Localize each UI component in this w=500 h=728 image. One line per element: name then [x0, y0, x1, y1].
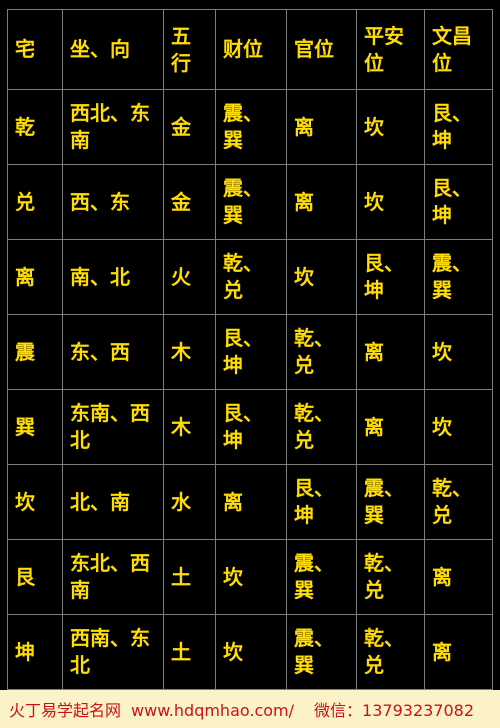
table-row: 兑 西、东 金 震、巽 离 坎 艮、坤	[7, 164, 493, 240]
column-header-pinganwei: 平安位	[356, 9, 425, 90]
cell-zuo-xiang: 西北、东南	[62, 89, 164, 165]
cell-zhai: 乾	[7, 89, 63, 165]
cell-wenchangwei: 离	[424, 539, 493, 615]
cell-zhai: 震	[7, 314, 63, 390]
cell-wuxing: 金	[163, 89, 216, 165]
cell-caiwei: 离	[215, 464, 287, 540]
cell-guanwei: 离	[286, 89, 357, 165]
column-header-wuxing: 五行	[163, 9, 216, 90]
footer-text-line: 火丁易学起名网 www.hdqmhao.com/微信：13793237082	[0, 697, 474, 721]
footer-wechat-number: 13793237082	[362, 701, 475, 720]
cell-pinganwei: 乾、兑	[356, 539, 425, 615]
cell-wuxing: 土	[163, 539, 216, 615]
footer-wechat-label: 微信：	[314, 701, 363, 720]
column-header-guanwei: 官位	[286, 9, 357, 90]
column-header-zhai: 宅	[7, 9, 63, 90]
cell-guanwei: 震、巽	[286, 539, 357, 615]
cell-zuo-xiang: 东南、西北	[62, 389, 164, 465]
cell-pinganwei: 震、巽	[356, 464, 425, 540]
table-row: 离 南、北 火 乾、兑 坎 艮、坤 震、巽	[7, 239, 493, 315]
table-row: 坎 北、南 水 离 艮、坤 震、巽 乾、兑	[7, 464, 493, 540]
cell-caiwei: 震、巽	[215, 164, 287, 240]
footer-url[interactable]: www.hdqmhao.com/	[131, 701, 294, 720]
cell-caiwei: 坎	[215, 539, 287, 615]
cell-wuxing: 土	[163, 614, 216, 690]
cell-wenchangwei: 艮、坤	[424, 89, 493, 165]
cell-zuo-xiang: 西、东	[62, 164, 164, 240]
cell-wenchangwei: 艮、坤	[424, 164, 493, 240]
cell-zhai: 巽	[7, 389, 63, 465]
cell-zuo-xiang: 东北、西南	[62, 539, 164, 615]
cell-caiwei: 坎	[215, 614, 287, 690]
cell-wenchangwei: 坎	[424, 314, 493, 390]
cell-zuo-xiang: 南、北	[62, 239, 164, 315]
cell-wuxing: 木	[163, 314, 216, 390]
cell-zuo-xiang: 北、南	[62, 464, 164, 540]
cell-pinganwei: 坎	[356, 89, 425, 165]
table-row: 巽 东南、西北 木 艮、坤 乾、兑 离 坎	[7, 389, 493, 465]
table-body: 乾 西北、东南 金 震、巽 离 坎 艮、坤 兑 西、东 金 震、巽 离 坎 艮、…	[7, 89, 493, 690]
cell-zhai: 艮	[7, 539, 63, 615]
cell-caiwei: 艮、坤	[215, 389, 287, 465]
cell-pinganwei: 坎	[356, 164, 425, 240]
cell-guanwei: 震、巽	[286, 614, 357, 690]
bazhai-table-container: 宅 坐、向 五行 财位 官位 平安位 文昌位 乾 西北、东南 金 震、巽 离 坎	[7, 9, 493, 690]
column-header-wenchangwei: 文昌位	[424, 9, 493, 90]
footer-watermark-bar: 火丁易学起名网 www.hdqmhao.com/微信：13793237082	[0, 690, 500, 728]
table-row: 乾 西北、东南 金 震、巽 离 坎 艮、坤	[7, 89, 493, 165]
cell-guanwei: 艮、坤	[286, 464, 357, 540]
cell-pinganwei: 乾、兑	[356, 614, 425, 690]
column-header-caiwei: 财位	[215, 9, 287, 90]
bazhai-table: 宅 坐、向 五行 财位 官位 平安位 文昌位 乾 西北、东南 金 震、巽 离 坎	[7, 9, 493, 690]
column-header-zuo-xiang: 坐、向	[62, 9, 164, 90]
cell-caiwei: 乾、兑	[215, 239, 287, 315]
cell-caiwei: 震、巽	[215, 89, 287, 165]
cell-wuxing: 金	[163, 164, 216, 240]
cell-zuo-xiang: 东、西	[62, 314, 164, 390]
cell-wuxing: 水	[163, 464, 216, 540]
page-root: 宅 坐、向 五行 财位 官位 平安位 文昌位 乾 西北、东南 金 震、巽 离 坎	[0, 0, 500, 728]
cell-caiwei: 艮、坤	[215, 314, 287, 390]
cell-guanwei: 乾、兑	[286, 389, 357, 465]
cell-guanwei: 坎	[286, 239, 357, 315]
cell-wenchangwei: 坎	[424, 389, 493, 465]
cell-wuxing: 木	[163, 389, 216, 465]
cell-guanwei: 离	[286, 164, 357, 240]
cell-zhai: 坎	[7, 464, 63, 540]
cell-wenchangwei: 乾、兑	[424, 464, 493, 540]
table-row: 坤 西南、东北 土 坎 震、巽 乾、兑 离	[7, 614, 493, 690]
cell-zhai: 坤	[7, 614, 63, 690]
cell-guanwei: 乾、兑	[286, 314, 357, 390]
table-row: 艮 东北、西南 土 坎 震、巽 乾、兑 离	[7, 539, 493, 615]
table-header-row: 宅 坐、向 五行 财位 官位 平安位 文昌位	[7, 9, 493, 90]
table-row: 震 东、西 木 艮、坤 乾、兑 离 坎	[7, 314, 493, 390]
cell-zhai: 离	[7, 239, 63, 315]
cell-zhai: 兑	[7, 164, 63, 240]
cell-pinganwei: 艮、坤	[356, 239, 425, 315]
footer-site-name: 火丁易学起名网	[9, 701, 122, 720]
cell-pinganwei: 离	[356, 314, 425, 390]
cell-wenchangwei: 离	[424, 614, 493, 690]
cell-wuxing: 火	[163, 239, 216, 315]
cell-zuo-xiang: 西南、东北	[62, 614, 164, 690]
cell-wenchangwei: 震、巽	[424, 239, 493, 315]
cell-pinganwei: 离	[356, 389, 425, 465]
